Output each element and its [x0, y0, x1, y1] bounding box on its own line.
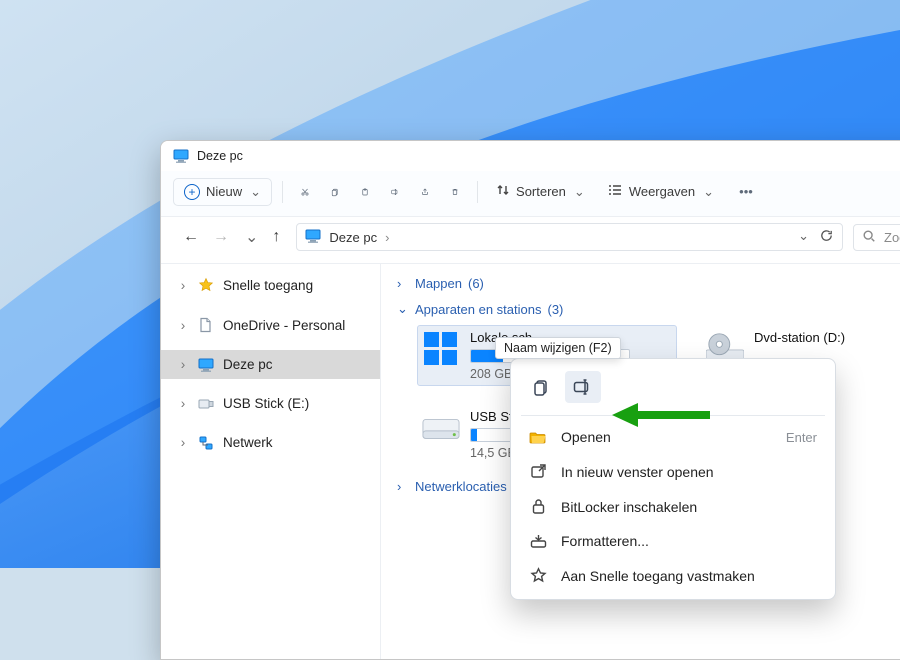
capacity-fill [471, 429, 477, 441]
tooltip-text: Naam wijzigen (F2) [504, 341, 612, 355]
hard-drive-icon [422, 409, 460, 447]
sidebar-item-label: Snelle toegang [223, 278, 313, 293]
group-count: (3) [547, 302, 563, 317]
group-label: Mappen [415, 276, 462, 291]
this-pc-icon [173, 149, 189, 163]
view-button-label: Weergaven [629, 184, 695, 199]
copy-button[interactable] [323, 180, 347, 204]
this-pc-icon [305, 229, 321, 246]
ctx-item-hint: Enter [786, 430, 817, 445]
forward-button[interactable]: → [213, 228, 229, 246]
ctx-item-label: Aan Snelle toegang vastmaken [561, 568, 755, 584]
sidebar-item-label: OneDrive - Personal [223, 318, 345, 333]
sidebar-item-label: USB Stick (E:) [223, 396, 309, 411]
sidebar-item-this-pc[interactable]: › Deze pc [161, 350, 380, 379]
chevron-right-icon: › [397, 276, 409, 291]
context-menu: Openen Enter In nieuw venster openen Bit… [510, 358, 836, 600]
sidebar-item-network[interactable]: › Netwerk [161, 428, 380, 457]
separator [477, 181, 478, 203]
chevron-right-icon: › [397, 479, 409, 494]
star-outline-icon [529, 567, 547, 584]
chevron-right-icon[interactable]: › [177, 357, 189, 372]
ctx-item-new-window[interactable]: In nieuw venster openen [517, 454, 829, 489]
rename-button[interactable] [383, 180, 407, 204]
ctx-item-bitlocker[interactable]: BitLocker inschakelen [517, 489, 829, 524]
address-bar[interactable]: Deze pc › ⌄ [296, 223, 843, 251]
new-button[interactable]: + Nieuw ⌄ [173, 178, 272, 206]
ctx-item-format[interactable]: Formatteren... [517, 524, 829, 558]
ctx-item-label: In nieuw venster openen [561, 464, 714, 480]
chevron-right-icon[interactable]: › [385, 230, 389, 245]
ctx-item-pin-quick-access[interactable]: Aan Snelle toegang vastmaken [517, 558, 829, 593]
sidebar-item-label: Deze pc [223, 357, 273, 372]
search-input[interactable]: Zoeken in Deze pc [853, 224, 900, 251]
back-button[interactable]: ← [183, 228, 199, 246]
sidebar-item-label: Netwerk [223, 435, 273, 450]
more-button[interactable]: ••• [734, 180, 758, 204]
up-button[interactable]: ↑ [272, 228, 280, 246]
lock-icon [529, 498, 547, 515]
chevron-right-icon[interactable]: › [177, 435, 189, 450]
annotation-arrow [612, 400, 712, 430]
chevron-down-icon[interactable]: ⌄ [798, 228, 809, 246]
refresh-button[interactable] [819, 228, 834, 246]
format-icon [529, 534, 547, 549]
rename-tooltip: Naam wijzigen (F2) [495, 337, 621, 359]
group-label: Netwerklocaties [415, 479, 507, 494]
drive-name: Dvd-station (D:) [754, 330, 845, 345]
address-row: ← → ⌄ ↑ Deze pc › ⌄ Zoeken in Deze pc [161, 217, 900, 264]
search-placeholder: Zoeken in Deze pc [884, 230, 900, 245]
navigation-pane: › Snelle toegang › OneDrive - Personal ›… [161, 264, 381, 660]
titlebar[interactable]: Deze pc [161, 141, 900, 171]
sidebar-item-usb[interactable]: › USB Stick (E:) [161, 389, 380, 418]
chevron-right-icon[interactable]: › [177, 278, 189, 293]
document-icon [197, 317, 215, 333]
drive-icon [422, 330, 460, 368]
delete-button[interactable] [443, 180, 467, 204]
breadcrumb[interactable]: Deze pc [329, 230, 377, 245]
ctx-rename-button[interactable] [565, 371, 601, 403]
ctx-item-label: BitLocker inschakelen [561, 499, 697, 515]
group-folders[interactable]: › Mappen (6) [395, 272, 900, 297]
group-devices[interactable]: ⌄ Apparaten en stations (3) [395, 297, 900, 323]
ctx-item-label: Openen [561, 429, 611, 445]
ctx-copy-button[interactable] [523, 371, 559, 403]
history-nav: ← → ⌄ ↑ [177, 225, 286, 249]
chevron-right-icon[interactable]: › [177, 396, 189, 411]
view-button[interactable]: Weergaven ⌄ [599, 177, 722, 206]
search-icon [862, 229, 876, 246]
chevron-down-icon: ⌄ [397, 301, 409, 317]
plus-icon: + [184, 184, 200, 200]
usb-drive-icon [197, 398, 215, 410]
window-title: Deze pc [197, 149, 243, 163]
chevron-right-icon[interactable]: › [177, 318, 189, 333]
sort-button[interactable]: Sorteren ⌄ [488, 177, 593, 206]
this-pc-icon [197, 358, 215, 372]
sort-icon [496, 183, 510, 200]
new-button-label: Nieuw [206, 184, 242, 199]
sort-button-label: Sorteren [516, 184, 566, 199]
star-icon [197, 277, 215, 293]
sidebar-item-onedrive[interactable]: › OneDrive - Personal [161, 310, 380, 340]
recent-locations-button[interactable]: ⌄ [245, 227, 258, 247]
group-count: (6) [468, 276, 484, 291]
view-icon [607, 183, 623, 200]
paste-button[interactable] [353, 180, 377, 204]
chevron-down-icon: ⌄ [703, 184, 714, 200]
separator [282, 181, 283, 203]
new-window-icon [529, 463, 547, 480]
cut-button[interactable] [293, 180, 317, 204]
sidebar-item-quick-access[interactable]: › Snelle toegang [161, 270, 380, 300]
group-label: Apparaten en stations [415, 302, 541, 317]
network-icon [197, 436, 215, 450]
chevron-down-icon: ⌄ [574, 184, 585, 200]
share-button[interactable] [413, 180, 437, 204]
ctx-item-label: Formatteren... [561, 533, 649, 549]
folder-open-icon [529, 429, 547, 445]
command-bar: + Nieuw ⌄ Sorteren ⌄ Weergaven ⌄ ••• [161, 171, 900, 217]
chevron-down-icon: ⌄ [250, 184, 261, 200]
